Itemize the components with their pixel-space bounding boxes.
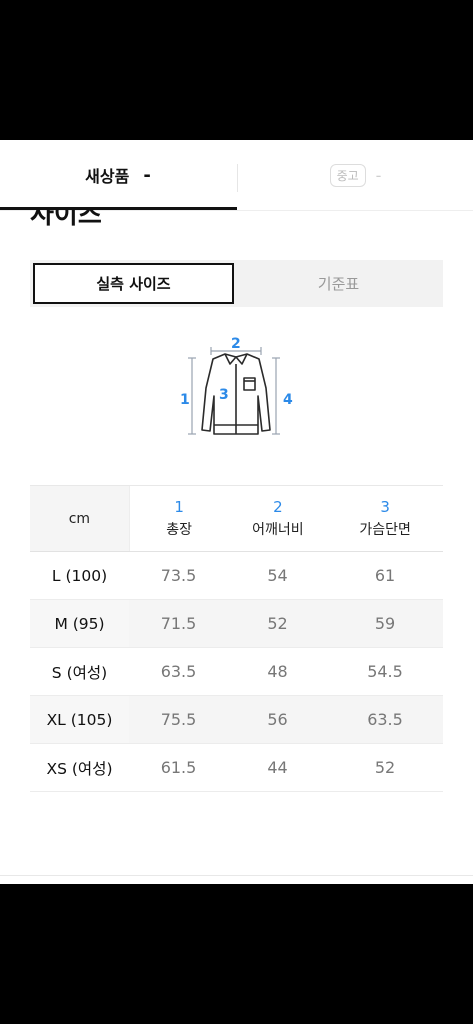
column-header-3: 3 가슴단면 <box>327 486 444 551</box>
unit-header: cm <box>30 486 130 551</box>
segment-size-chart[interactable]: 기준표 <box>234 260 443 307</box>
table-cell: 61 <box>374 566 396 585</box>
measure-label-3: 3 <box>219 387 229 403</box>
table-row: XL (105) 75.5 56 63.5 <box>30 696 443 744</box>
measure-label-2: 2 <box>231 336 241 352</box>
table-cell: 54 <box>267 566 288 585</box>
table-cell: 44 <box>267 758 288 777</box>
size-screen: 새상품 - 중고 - 사이즈 실측 사이즈 기준표 1 2 3 4 cm 1 총… <box>0 140 473 884</box>
table-cell: 52 <box>374 758 396 777</box>
column-number: 2 <box>273 498 283 516</box>
table-cell: 52 <box>267 614 288 633</box>
table-cell: 59 <box>374 614 396 633</box>
table-cell: 54.5 <box>367 662 403 681</box>
column-header-2: 2 어깨너비 <box>228 486 328 551</box>
table-cell: 75.5 <box>160 710 197 729</box>
column-number: 1 <box>174 498 184 516</box>
tab-used-product[interactable]: 중고 - <box>238 140 473 210</box>
table-cell: 61.5 <box>160 758 197 777</box>
table-row: XS (여성) 61.5 44 52 <box>30 744 443 792</box>
table-cell: 48 <box>267 662 288 681</box>
column-label: 총장 <box>166 522 193 538</box>
tab-used-price: - <box>375 165 382 185</box>
size-name: XL (105) <box>30 696 129 743</box>
used-badge: 중고 <box>329 163 366 187</box>
table-row: L (100) 73.5 54 61 <box>30 552 443 600</box>
size-table: cm 1 총장 2 어깨너비 3 가슴단면 L (100) 73.5 54 61… <box>30 485 444 792</box>
table-cell: 63.5 <box>367 710 403 729</box>
column-number: 3 <box>380 498 390 516</box>
measure-label-4: 4 <box>283 392 293 408</box>
size-name: XS (여성) <box>30 744 129 791</box>
size-name: S (여성) <box>30 648 129 695</box>
size-name: M (95) <box>30 600 129 647</box>
table-header: cm 1 총장 2 어깨너비 3 가슴단면 <box>30 485 444 552</box>
jacket-measure-diagram: 1 2 3 4 <box>170 328 300 440</box>
jacket-icon: 1 2 3 4 <box>180 336 293 435</box>
size-name: L (100) <box>30 552 129 599</box>
table-cell: 63.5 <box>160 662 197 681</box>
table-row: S (여성) 63.5 48 54.5 <box>30 648 443 696</box>
tab-new-product[interactable]: 새상품 - <box>0 140 236 210</box>
segment-measured-size[interactable]: 실측 사이즈 <box>33 263 234 304</box>
tab-new-label: 새상품 <box>85 167 130 186</box>
condition-tabs: 새상품 - 중고 - <box>0 140 473 211</box>
active-tab-indicator <box>0 207 237 210</box>
measure-label-1: 1 <box>180 392 190 408</box>
table-cell: 73.5 <box>160 566 197 585</box>
bottom-divider <box>0 875 473 876</box>
table-row: M (95) 71.5 52 59 <box>30 600 443 648</box>
size-type-toggle: 실측 사이즈 기준표 <box>30 260 443 307</box>
column-header-1: 1 총장 <box>129 486 229 551</box>
column-label: 어깨너비 <box>252 522 304 538</box>
column-label: 가슴단면 <box>359 522 411 538</box>
tab-new-price: - <box>143 164 151 186</box>
table-cell: 56 <box>267 710 288 729</box>
table-cell: 71.5 <box>160 614 197 633</box>
